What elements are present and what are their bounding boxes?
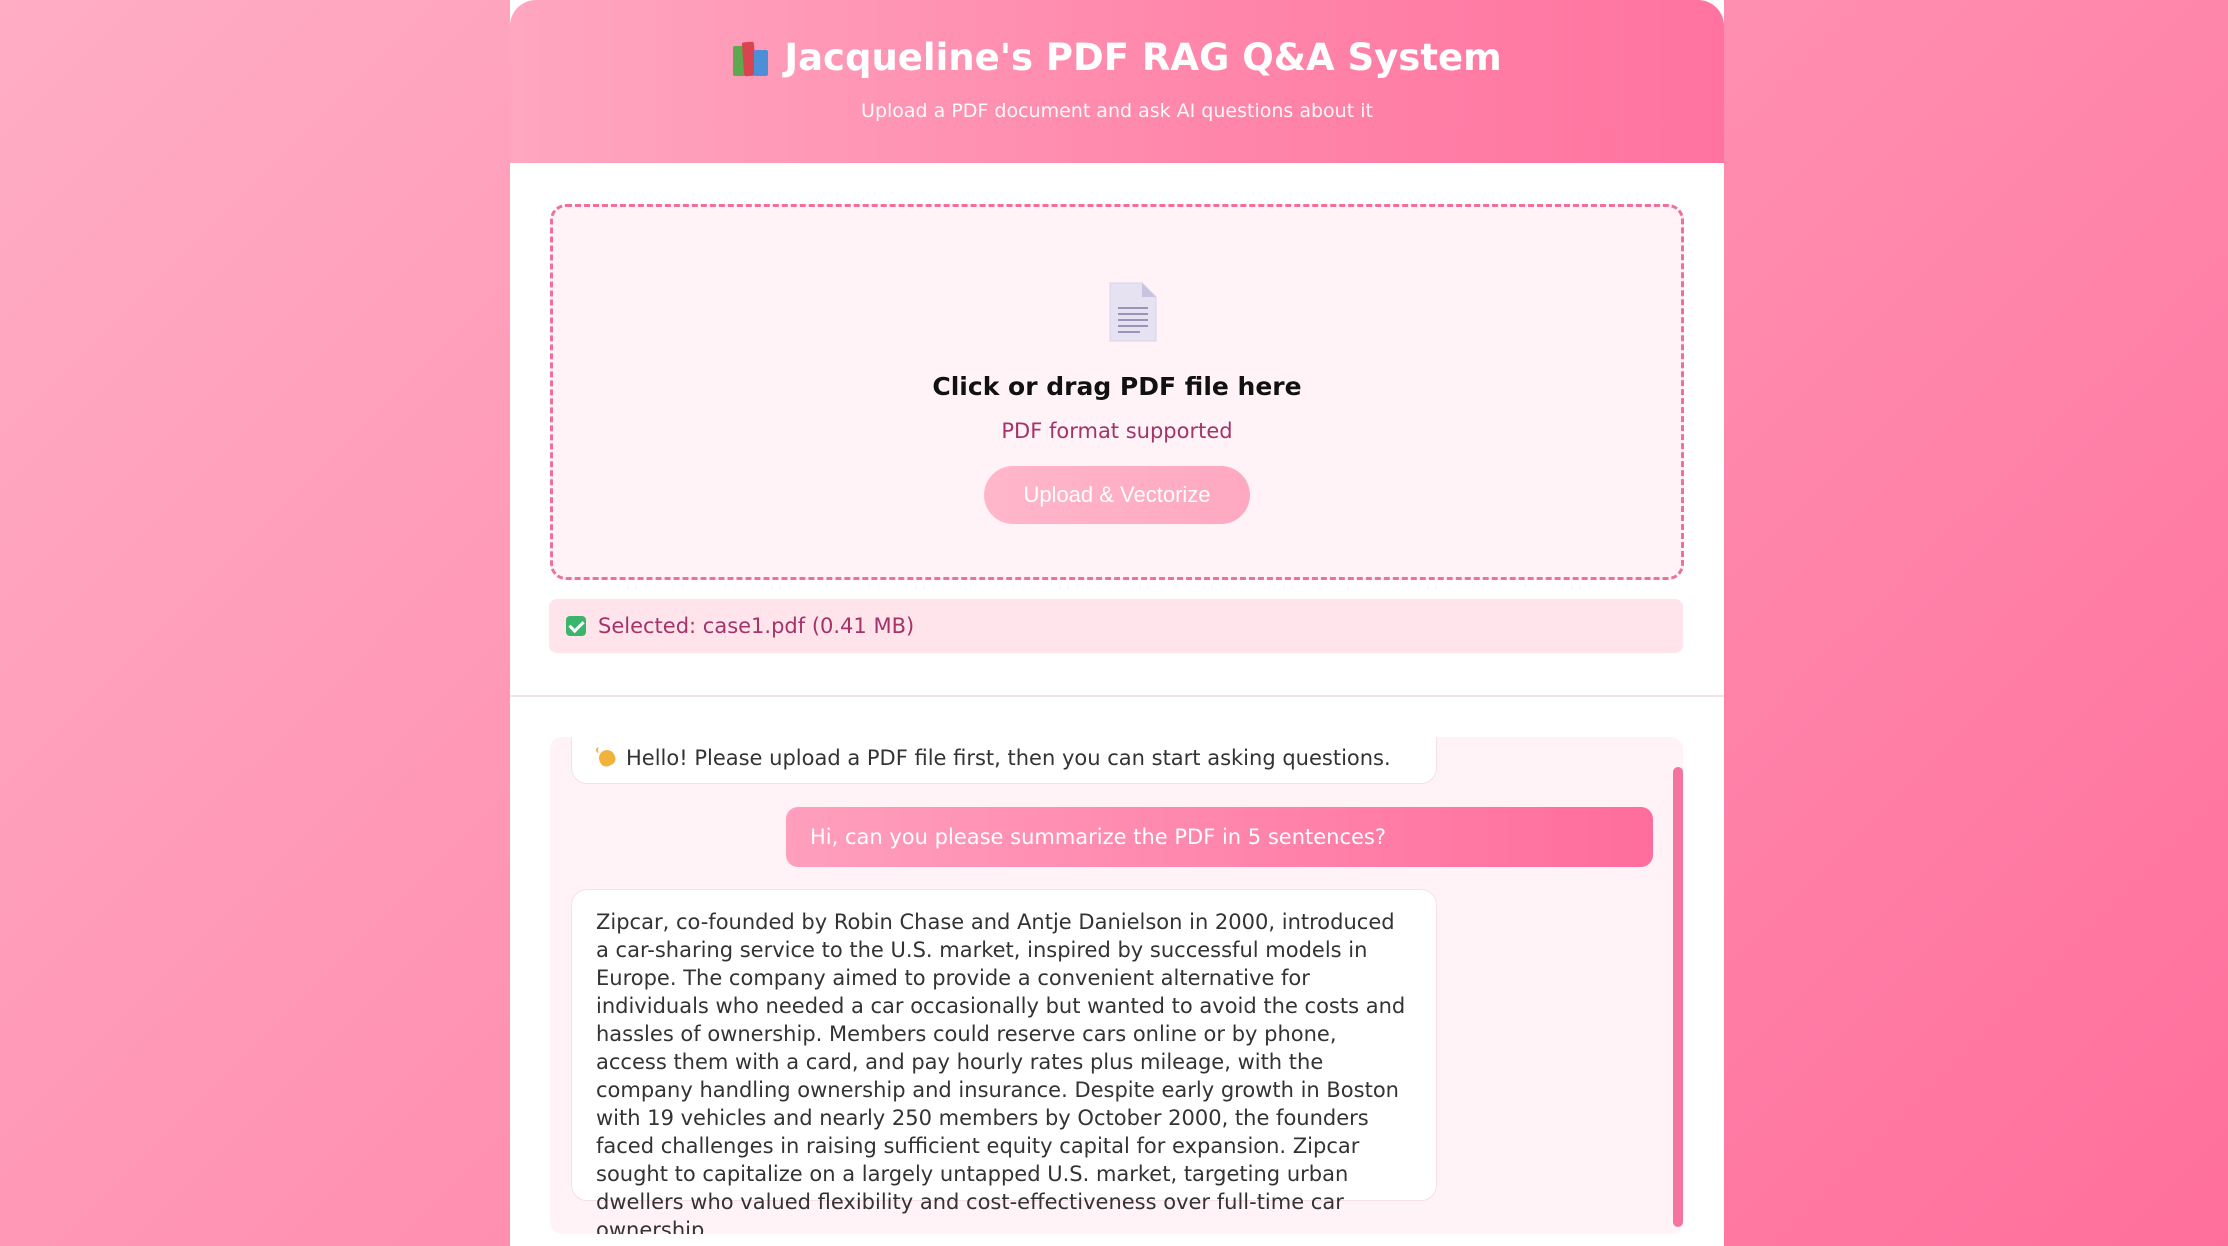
chat-scrollbar[interactable]	[1673, 767, 1683, 1227]
app-header: Jacqueline's PDF RAG Q&A System Upload a…	[510, 0, 1724, 163]
check-icon	[566, 616, 586, 636]
books-icon	[732, 40, 770, 76]
bot-message-text: Zipcar, co-founded by Robin Chase and An…	[596, 910, 1406, 1234]
page-title: Jacqueline's PDF RAG Q&A System	[784, 36, 1502, 79]
bot-message: Zipcar, co-founded by Robin Chase and An…	[571, 889, 1437, 1234]
selected-file-status: Selected: case1.pdf (0.41 MB)	[549, 599, 1683, 653]
app-card: Jacqueline's PDF RAG Q&A System Upload a…	[510, 0, 1724, 1246]
bot-message-text: Hello! Please upload a PDF file first, t…	[626, 746, 1391, 770]
pdf-dropzone[interactable]: Click or drag PDF file here PDF format s…	[550, 204, 1684, 580]
chat-messages-area[interactable]: Hello! Please upload a PDF file first, t…	[550, 737, 1683, 1234]
page-subtitle: Upload a PDF document and ask AI questio…	[861, 100, 1373, 122]
user-message: Hi, can you please summarize the PDF in …	[786, 807, 1653, 867]
selected-file-text: Selected: case1.pdf (0.41 MB)	[598, 614, 915, 638]
dropzone-title: Click or drag PDF file here	[932, 372, 1302, 401]
wave-icon	[596, 747, 618, 767]
section-divider	[510, 695, 1724, 697]
user-message-text: Hi, can you please summarize the PDF in …	[810, 825, 1387, 849]
page-title-row: Jacqueline's PDF RAG Q&A System	[510, 36, 1724, 79]
upload-vectorize-button[interactable]: Upload & Vectorize	[984, 466, 1250, 524]
dropzone-hint: PDF format supported	[1001, 419, 1233, 443]
document-icon	[1109, 282, 1157, 342]
bot-message: Hello! Please upload a PDF file first, t…	[571, 737, 1437, 784]
